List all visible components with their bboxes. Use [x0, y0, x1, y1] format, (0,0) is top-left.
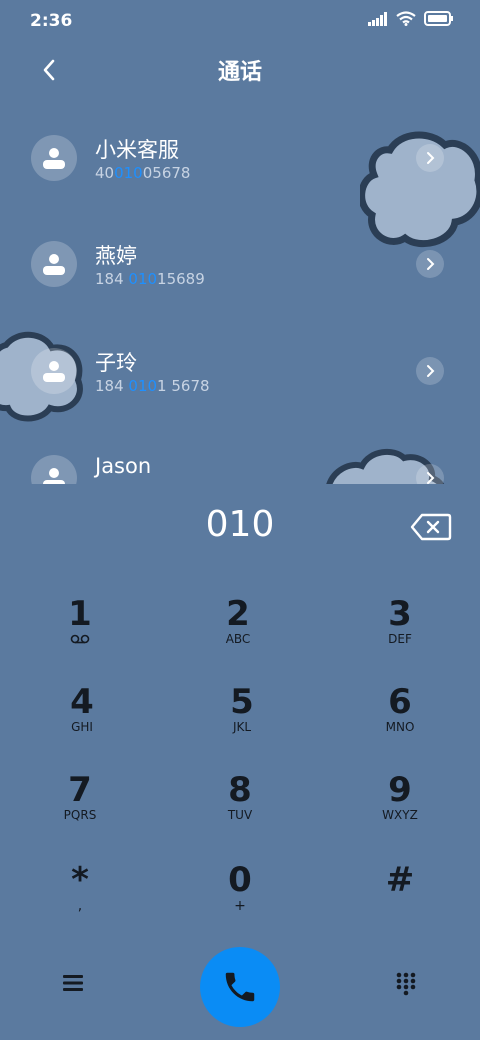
page-title: 通话 — [217, 60, 262, 85]
key-9[interactable]: 9 WXYZ — [340, 770, 460, 850]
chevron-right-icon — [427, 365, 435, 377]
key-7[interactable]: 7 PQRS — [20, 770, 140, 850]
header: 通话 — [0, 50, 480, 90]
keypad-toggle-button[interactable] — [392, 970, 420, 998]
status-bar: 2:36 — [0, 0, 480, 42]
key-2[interactable]: 2 ABC — [178, 594, 298, 674]
chevron-right-icon — [427, 258, 435, 270]
bottom-bar — [0, 940, 480, 1040]
signal-icon — [368, 11, 387, 26]
wifi-icon — [396, 11, 416, 26]
chevron-right-icon — [427, 152, 435, 164]
key-star[interactable]: * , — [20, 860, 140, 940]
battery-icon — [424, 11, 453, 26]
key-hash[interactable]: # — [340, 860, 460, 940]
contact-name: 燕婷 — [95, 244, 137, 268]
phone-icon — [225, 972, 255, 1002]
backspace-button[interactable] — [410, 512, 452, 542]
contact-name: Jason — [95, 454, 152, 478]
status-icons — [368, 11, 454, 26]
contact-list[interactable]: 小米客服 4001005678 燕婷 184 01015689 子玲 184 0… — [0, 100, 480, 484]
contact-name: 小米客服 — [95, 138, 179, 162]
contact-detail-button[interactable] — [416, 250, 444, 278]
avatar — [31, 455, 77, 484]
contact-detail-button[interactable] — [416, 464, 444, 484]
contact-detail-button[interactable] — [416, 144, 444, 172]
person-icon — [43, 254, 65, 275]
contact-item[interactable]: 小米客服 4001005678 — [0, 100, 480, 196]
chevron-right-icon — [427, 472, 435, 484]
key-8[interactable]: 8 TUV — [180, 770, 300, 850]
menu-icon — [63, 975, 83, 991]
key-3[interactable]: 3 DEF — [340, 594, 460, 674]
contact-number: 4001005678 — [95, 164, 191, 182]
status-time: 2:36 — [30, 11, 73, 31]
contact-name: 子玲 — [95, 351, 137, 375]
dialed-number: 010 — [205, 504, 275, 545]
contact-detail-button[interactable] — [416, 357, 444, 385]
voicemail-icon — [70, 634, 90, 644]
contact-item[interactable]: Jason — [0, 420, 480, 484]
person-icon — [43, 468, 65, 484]
avatar — [31, 348, 77, 394]
avatar — [31, 241, 77, 287]
key-0[interactable]: 0 + — [180, 860, 300, 940]
contact-item[interactable]: 燕婷 184 01015689 — [0, 206, 480, 302]
key-4[interactable]: 4 GHI — [22, 682, 142, 762]
key-5[interactable]: 5 JKL — [182, 682, 302, 762]
call-button[interactable] — [200, 947, 280, 1027]
backspace-icon — [410, 513, 452, 541]
avatar — [31, 135, 77, 181]
contact-number: 184 0101 5678 — [95, 377, 210, 395]
person-icon — [43, 148, 65, 169]
person-icon — [43, 361, 65, 382]
key-1[interactable]: 1 — [20, 594, 140, 674]
keypad-icon — [396, 972, 416, 996]
menu-button[interactable] — [60, 970, 86, 996]
contact-item[interactable]: 子玲 184 0101 5678 — [0, 313, 480, 409]
key-6[interactable]: 6 MNO — [340, 682, 460, 762]
contact-number: 184 01015689 — [95, 270, 205, 288]
